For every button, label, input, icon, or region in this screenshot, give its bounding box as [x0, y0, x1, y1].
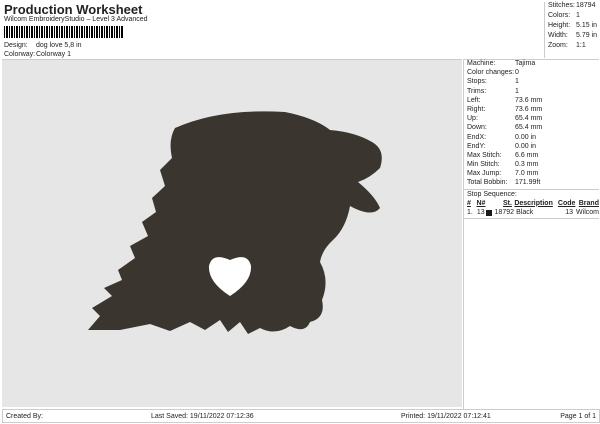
cell-description: Black: [516, 208, 534, 216]
cell-code: 13: [565, 208, 574, 216]
detail-row: Down: 65.4 mm: [464, 124, 599, 133]
stats-box: Stitches:18794 Colors: 1 Height: 5.15 in W…: [544, 2, 597, 58]
detail-row: Machine: Tajima: [464, 60, 599, 69]
software-name: Wilcom EmbroideryStudio – Level 3 Advanc…: [4, 16, 148, 23]
detail-value: 0.00 in: [515, 142, 537, 150]
stat-value: 5.79 in: [576, 32, 598, 39]
stat-value: 5.15 in: [576, 22, 598, 29]
cell-needle: 13: [476, 208, 485, 216]
col-header: Code: [557, 199, 576, 207]
detail-row: EndX: 0.00 in: [464, 134, 599, 143]
stat-label: Height:: [548, 22, 571, 29]
detail-value: 1: [515, 87, 519, 95]
detail-value: 0.3 mm: [515, 161, 539, 169]
details-panel: Machine: Tajima Color changes: 0 Stops: 1 Trim…: [463, 59, 599, 410]
last-saved: Last Saved: 19/11/2022 07:12:36: [151, 412, 254, 420]
stat-label: Width:: [548, 32, 568, 39]
detail-label: Color changes:: [467, 69, 515, 77]
col-header: N#: [476, 199, 486, 207]
stat-label: Zoom:: [548, 42, 568, 49]
printed-date: Printed: 19/11/2022 07:12:41: [401, 412, 491, 420]
detail-label: Down:: [467, 124, 487, 132]
col-header: Description: [514, 199, 553, 207]
detail-label: Up:: [467, 115, 478, 123]
stat-label: Stitches:: [548, 2, 575, 9]
detail-label: Right:: [467, 105, 486, 113]
detail-value: 7.0 mm: [515, 170, 539, 178]
stat-value: 18794: [576, 2, 596, 9]
color-swatch: [485, 209, 492, 216]
detail-row: Trims: 1: [464, 88, 599, 97]
detail-value: 171.99ft: [515, 179, 541, 187]
detail-value: 73.6 mm: [515, 105, 543, 113]
detail-value: 0.00 in: [515, 133, 537, 141]
detail-value: 1: [515, 78, 519, 86]
col-header: St.: [502, 199, 512, 207]
detail-value: 65.4 mm: [515, 124, 543, 132]
detail-label: Total Bobbin:: [467, 179, 508, 187]
detail-row: Right: 73.6 mm: [464, 106, 599, 115]
detail-row: Stops: 1: [464, 78, 599, 87]
detail-label: Stops:: [467, 78, 487, 86]
page-number: Page 1 of 1: [560, 412, 596, 420]
detail-row: Max Jump: 7.0 mm: [464, 170, 599, 179]
detail-label: Trims:: [467, 87, 487, 95]
page-title: Production Worksheet: [4, 2, 143, 17]
detail-label: EndY:: [467, 142, 486, 150]
colorway-value: Colorway 1: [36, 51, 72, 58]
stat-label: Colors:: [548, 12, 571, 19]
detail-row: Up: 65.4 mm: [464, 115, 599, 124]
detail-label: Max Jump:: [467, 170, 502, 178]
detail-row: Total Bobbin: 171.99ft: [464, 179, 599, 188]
detail-row: Max Stitch: 6.6 mm: [464, 152, 599, 161]
design-value: dog love 5,8 in: [36, 42, 82, 49]
detail-value: 6.6 mm: [515, 151, 539, 159]
stat-value: 1: [576, 12, 580, 19]
cell-stitches: 18792: [494, 208, 514, 216]
created-by: Created By:: [6, 412, 43, 420]
detail-value: 73.6 mm: [515, 96, 543, 104]
detail-row: Min Stitch: 0.3 mm: [464, 161, 599, 170]
detail-label: Left:: [467, 96, 481, 104]
detail-label: EndX:: [467, 133, 487, 141]
cell-brand: Wilcom: [576, 208, 599, 216]
stop-sequence-header: # N# St. Description Code Brand: [464, 200, 599, 209]
detail-row: Color changes: 0: [464, 69, 599, 78]
detail-label: Max Stitch:: [467, 151, 502, 159]
colorway-label: Colorway:: [4, 51, 36, 58]
dog-silhouette: [88, 111, 382, 334]
barcode: [4, 26, 124, 38]
design-info: Design: dog love 5,8 in: [4, 42, 82, 49]
stat-value: 1:1: [576, 42, 586, 49]
cell-num: 1.: [467, 208, 473, 216]
col-header: #: [467, 199, 471, 207]
detail-label: Min Stitch:: [467, 161, 500, 169]
detail-row: Left: 73.6 mm: [464, 97, 599, 106]
detail-row: EndY: 0.00 in: [464, 143, 599, 152]
stop-sequence-label: Stop Sequence:: [464, 188, 599, 200]
detail-value: Tajima: [515, 60, 536, 67]
footer: Created By: Last Saved: 19/11/2022 07:12…: [2, 409, 600, 423]
detail-value: 0: [515, 69, 519, 77]
table-row: 1. 13 18792 Black 13 Wilcom: [464, 209, 599, 219]
col-header: Brand: [578, 199, 599, 207]
design-preview: [2, 60, 462, 407]
colorway-info: Colorway:Colorway 1: [4, 51, 71, 58]
design-label: Design:: [4, 42, 28, 49]
detail-value: 65.4 mm: [515, 115, 543, 123]
detail-label: Machine:: [467, 60, 496, 67]
